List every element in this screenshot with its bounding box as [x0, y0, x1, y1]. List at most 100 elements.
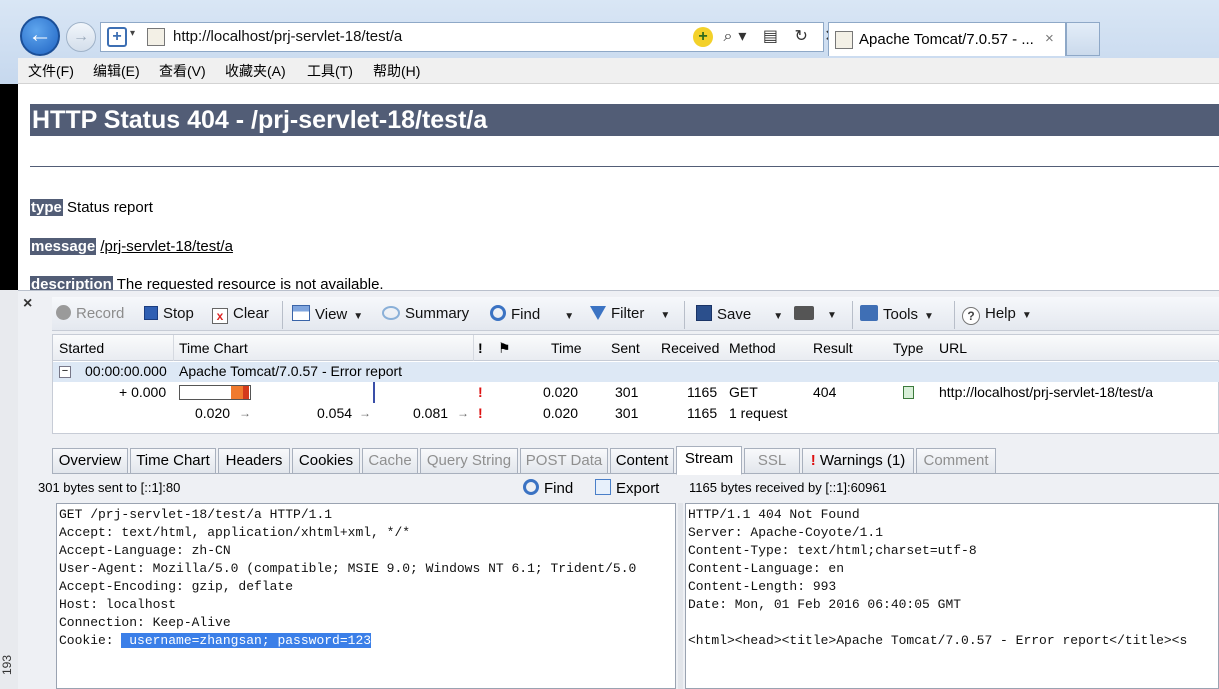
tab-post-data[interactable]: POST Data	[520, 448, 608, 474]
view-button[interactable]: View ▼	[292, 305, 363, 323]
detail-tabs: Overview Time Chart Headers Cookies Cach…	[52, 446, 1219, 475]
summary-button[interactable]: Summary	[382, 305, 469, 322]
row-time: 0.020	[543, 384, 579, 400]
forward-button[interactable]: →	[66, 22, 96, 52]
tab-overview[interactable]: Overview	[52, 448, 128, 474]
flag-column-icon[interactable]: ⚑	[498, 340, 511, 357]
row-started: + 0.000	[119, 384, 167, 400]
table-row[interactable]: + 0.000 ! 0.020 301 1165 GET 404 http://…	[53, 382, 1219, 403]
tab-warnings[interactable]: ! Warnings (1)	[802, 448, 914, 474]
tab-headers[interactable]: Headers	[218, 448, 290, 474]
col-url[interactable]: URL	[939, 340, 967, 356]
cookie-line: Cookie: username=zhangsan; password=123	[59, 633, 372, 648]
description-value: The requested resource is not available.	[116, 276, 384, 290]
type-label: type	[30, 199, 63, 216]
stream-find-button[interactable]: Find	[523, 479, 573, 497]
debugger-toolbar: Record Stop x Clear View ▼ Summary Find ▼ F…	[52, 297, 1219, 331]
description-label: description	[30, 276, 113, 290]
tab-ssl[interactable]: SSL	[744, 448, 800, 474]
find-dropdown-icon[interactable]: ▼	[564, 311, 574, 322]
menu-favorites[interactable]: 收藏夹(A)	[225, 61, 286, 81]
print-button[interactable]: ▼	[794, 305, 837, 322]
find-button[interactable]: Find ▼	[490, 305, 574, 323]
col-result[interactable]: Result	[813, 340, 853, 356]
save-icon	[696, 305, 712, 321]
filter-icon	[590, 306, 606, 320]
request-line: Accept: text/html, application/xhtml+xml…	[59, 525, 411, 540]
request-stream-pane[interactable]: GET /prj-servlet-18/test/a HTTP/1.1 Acce…	[56, 503, 676, 689]
menu-edit[interactable]: 编辑(E)	[93, 61, 140, 81]
tools-button[interactable]: Tools ▼	[860, 305, 934, 323]
col-flag[interactable]: !	[478, 340, 483, 356]
address-action-icons[interactable]: ⌕▾ ▤ ↻ ✕	[723, 28, 843, 45]
tools-dropdown-icon[interactable]: ▼	[924, 311, 934, 322]
col-separator	[173, 335, 174, 361]
tab-cookies[interactable]: Cookies	[292, 448, 360, 474]
record-button[interactable]: Record	[56, 305, 124, 322]
col-received[interactable]: Received	[661, 340, 719, 356]
request-bytes-status: 301 bytes sent to [::1]:80	[38, 480, 181, 495]
col-time[interactable]: Time	[551, 340, 582, 356]
back-button[interactable]: ←	[20, 16, 60, 56]
address-bar[interactable]: + ▾ http://localhost/prj-servlet-18/test…	[100, 22, 838, 52]
summary-sent: 301	[615, 405, 639, 421]
clear-button[interactable]: x Clear	[212, 305, 269, 324]
col-method[interactable]: Method	[729, 340, 776, 356]
tab-comment[interactable]: Comment	[916, 448, 996, 474]
message-value: /prj-servlet-18/test/a	[100, 238, 233, 255]
filter-dropdown-icon[interactable]: ▼	[660, 310, 670, 321]
menu-file[interactable]: 文件(F)	[28, 61, 74, 81]
help-dropdown-icon[interactable]: ▼	[1022, 310, 1032, 321]
browser-tab-active[interactable]: Apache Tomcat/7.0.57 - ... ×	[828, 22, 1066, 56]
collapse-icon[interactable]: −	[59, 366, 71, 378]
filter-button[interactable]: Filter ▼	[590, 305, 670, 322]
compatibility-view-icon[interactable]: +	[107, 27, 127, 47]
table-row-summary[interactable]: 0.020 → 0.054 → 0.081 → ! 0.020 301 1165…	[53, 403, 1219, 424]
group-row[interactable]: − 00:00:00.000 Apache Tomcat/7.0.57 - Er…	[53, 362, 1219, 382]
col-sent[interactable]: Sent	[611, 340, 640, 356]
menu-view[interactable]: 查看(V)	[159, 61, 206, 81]
tab-stream[interactable]: Stream	[676, 446, 742, 475]
save-button[interactable]: Save ▼	[696, 305, 783, 323]
close-panel-icon[interactable]: ×	[23, 295, 32, 313]
col-time-chart[interactable]: Time Chart	[179, 340, 248, 356]
help-button[interactable]: ? Help ▼	[962, 305, 1032, 325]
message-row: message /prj-servlet-18/test/a	[30, 238, 233, 255]
col-separator	[473, 335, 474, 361]
menu-tools[interactable]: 工具(T)	[307, 61, 353, 81]
request-line: Accept-Encoding: gzip, deflate	[59, 579, 294, 594]
address-bar-actions[interactable]: + ⌕▾ ▤ ↻ ✕	[693, 26, 844, 47]
summary-t2: 0.054	[317, 405, 353, 421]
tab-content[interactable]: Content	[610, 448, 674, 474]
url-text[interactable]: http://localhost/prj-servlet-18/test/a	[173, 28, 402, 45]
response-line: HTTP/1.1 404 Not Found	[688, 507, 860, 522]
arrow-icon: →	[359, 406, 371, 420]
stream-export-button[interactable]: Export	[595, 479, 659, 497]
row-received: 1165	[687, 384, 718, 400]
response-line: Content-Type: text/html;charset=utf-8	[688, 543, 977, 558]
menu-help[interactable]: 帮助(H)	[373, 61, 420, 81]
col-started[interactable]: Started	[59, 340, 104, 356]
selected-cookie-text[interactable]: username=zhangsan; password=123	[121, 633, 372, 648]
print-icon	[794, 306, 814, 320]
print-dropdown-icon[interactable]: ▼	[827, 310, 837, 321]
tab-cache[interactable]: Cache	[362, 448, 418, 474]
new-tab-button[interactable]	[1066, 22, 1100, 56]
pane-splitter[interactable]	[678, 503, 683, 689]
view-dropdown-icon[interactable]: ▼	[353, 311, 363, 322]
col-type[interactable]: Type	[893, 340, 923, 356]
compatibility-dropdown-icon[interactable]: ▾	[130, 28, 135, 39]
response-stream-pane[interactable]: HTTP/1.1 404 Not Found Server: Apache-Co…	[685, 503, 1219, 689]
record-icon	[56, 305, 71, 320]
tab-query-string[interactable]: Query String	[420, 448, 518, 474]
tab-close-icon[interactable]: ×	[1045, 30, 1054, 47]
response-line: Content-Language: en	[688, 561, 845, 576]
row-method: GET	[729, 384, 758, 400]
add-on-icon[interactable]: +	[693, 27, 713, 47]
save-dropdown-icon[interactable]: ▼	[773, 311, 783, 322]
toolbar-separator	[954, 301, 955, 329]
summary-icon	[382, 306, 400, 320]
stop-button[interactable]: Stop	[144, 305, 194, 322]
request-line: User-Agent: Mozilla/5.0 (compatible; MSI…	[59, 561, 637, 576]
tab-time-chart[interactable]: Time Chart	[130, 448, 216, 474]
